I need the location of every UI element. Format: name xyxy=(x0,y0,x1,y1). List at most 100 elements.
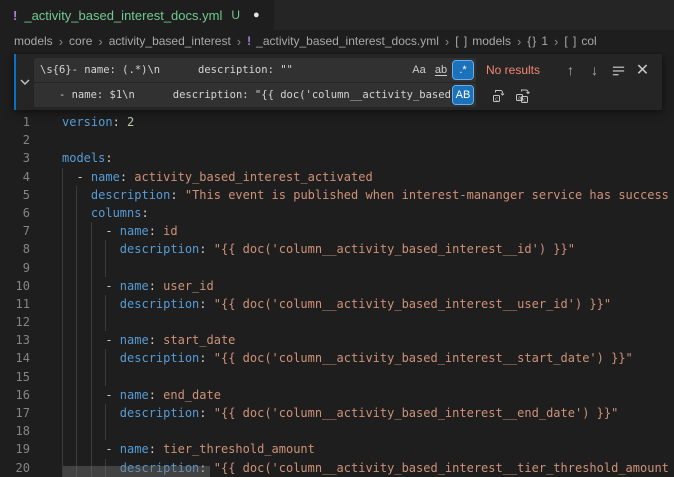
previous-match-button[interactable]: ↑ xyxy=(560,60,581,81)
indent-guide xyxy=(91,422,92,440)
code-line[interactable]: 2 xyxy=(0,131,674,149)
code-line[interactable]: 19 - name: tier_threshold_amount xyxy=(0,440,674,458)
indent-guide xyxy=(62,349,63,367)
code-line[interactable]: 17 description: "{{ doc('column__activit… xyxy=(0,404,674,422)
indent-guide xyxy=(91,295,92,313)
code-line[interactable]: 6 columns: xyxy=(0,204,674,222)
indent-guide xyxy=(76,295,77,313)
find-query-text: \s{6}- name: (.*)\n description: "" xyxy=(40,64,407,76)
code-line[interactable]: 4 - name: activity_based_interest_activa… xyxy=(0,168,674,186)
replace-input[interactable]: - name: $1\n description: "{{ doc('colum… xyxy=(34,83,476,107)
breadcrumb-item[interactable]: [ ]models xyxy=(455,34,511,48)
indent-guide xyxy=(76,313,77,331)
breadcrumb-separator-icon: › xyxy=(59,35,63,48)
breadcrumb-item[interactable]: core xyxy=(69,34,92,48)
line-number: 7 xyxy=(0,222,30,240)
line-number: 18 xyxy=(0,422,30,440)
breadcrumb-separator-icon: › xyxy=(517,35,521,48)
find-replace-widget: \s{6}- name: (.*)\n description: "" Aa a… xyxy=(14,54,662,110)
indent-guide xyxy=(62,404,63,422)
code-lines: 1version: 223models:4 - name: activity_b… xyxy=(0,52,674,477)
code-line[interactable]: 11 description: "{{ doc('column__activit… xyxy=(0,295,674,313)
indent-guide xyxy=(105,349,106,367)
svg-text:c: c xyxy=(522,97,525,103)
next-match-button[interactable]: ↓ xyxy=(584,60,605,81)
preserve-case-toggle[interactable]: AB xyxy=(453,86,473,104)
code-line[interactable]: 5 description: "This event is published … xyxy=(0,186,674,204)
indent-guide xyxy=(62,386,63,404)
line-number: 12 xyxy=(0,313,30,331)
svg-text:c: c xyxy=(494,96,497,102)
code-line[interactable]: 9 xyxy=(0,259,674,277)
indent-guide xyxy=(62,422,63,440)
find-input[interactable]: \s{6}- name: (.*)\n description: "" Aa a… xyxy=(34,58,476,82)
line-number: 11 xyxy=(0,295,30,313)
find-results-count: No results xyxy=(486,63,548,77)
indent-guide xyxy=(62,368,63,386)
replace-all-button[interactable]: a c xyxy=(512,85,533,106)
editor-pane[interactable]: \s{6}- name: (.*)\n description: "" Aa a… xyxy=(0,52,674,477)
indent-guide xyxy=(62,168,63,186)
indent-guide xyxy=(76,368,77,386)
code-line[interactable]: 13 - name: start_date xyxy=(0,331,674,349)
indent-guide xyxy=(62,204,63,222)
line-number: 5 xyxy=(0,186,30,204)
find-in-selection-button[interactable] xyxy=(608,60,629,81)
match-case-toggle[interactable]: Aa xyxy=(409,61,429,79)
code-line[interactable]: 16 - name: end_date xyxy=(0,386,674,404)
code-line[interactable]: 8 description: "{{ doc('column__activity… xyxy=(0,240,674,258)
indent-guide xyxy=(91,440,92,458)
breadcrumb-item[interactable]: [ ]col xyxy=(564,34,596,48)
indent-guide xyxy=(91,349,92,367)
indent-guide xyxy=(76,440,77,458)
indent-guide xyxy=(91,240,92,258)
breadcrumb-item[interactable]: models xyxy=(14,34,53,48)
editor-tab[interactable]: ! _activity_based_interest_docs.yml U ● xyxy=(0,0,275,30)
whole-word-toggle[interactable]: ab xyxy=(431,61,451,79)
code-line[interactable]: 12 xyxy=(0,313,674,331)
indent-guide xyxy=(91,368,92,386)
yaml-file-icon: ! xyxy=(13,8,17,23)
indent-guide xyxy=(105,422,106,440)
git-untracked-badge: U xyxy=(231,8,240,22)
indent-guide xyxy=(105,240,106,258)
line-number: 3 xyxy=(0,149,30,167)
indent-guide xyxy=(62,259,63,277)
line-number: 14 xyxy=(0,349,30,367)
code-line[interactable]: 7 - name: id xyxy=(0,222,674,240)
code-line[interactable]: 3models: xyxy=(0,149,674,167)
indent-guide xyxy=(91,313,92,331)
replace-button[interactable]: c xyxy=(488,85,509,106)
replace-all-icon: a c xyxy=(515,87,531,103)
code-line[interactable]: 18 xyxy=(0,422,674,440)
code-line[interactable]: 14 description: "{{ doc('column__activit… xyxy=(0,349,674,367)
code-line[interactable]: 15 xyxy=(0,368,674,386)
breadcrumb-item[interactable]: {}1 xyxy=(527,34,548,48)
line-number: 1 xyxy=(0,113,30,131)
tab-filename: _activity_based_interest_docs.yml xyxy=(24,8,222,23)
indent-guide xyxy=(91,331,92,349)
symbol-array-icon: [ ] xyxy=(564,34,577,48)
indent-guide xyxy=(76,331,77,349)
indent-guide xyxy=(62,186,63,204)
indent-guide xyxy=(76,404,77,422)
breadcrumb-item[interactable]: activity_based_interest xyxy=(109,34,231,48)
close-find-button[interactable]: ✕ xyxy=(632,60,653,81)
indent-guide xyxy=(76,186,77,204)
yaml-file-icon: ! xyxy=(247,34,252,48)
line-number: 9 xyxy=(0,259,30,277)
horizontal-scrollbar[interactable] xyxy=(63,466,210,477)
indent-guide xyxy=(62,331,63,349)
line-number: 10 xyxy=(0,277,30,295)
code-line[interactable]: 1version: 2 xyxy=(0,113,674,131)
svg-text:a: a xyxy=(517,95,520,101)
breadcrumb-separator-icon: › xyxy=(445,35,449,48)
regex-toggle[interactable]: .* xyxy=(453,61,473,79)
code-line[interactable]: 10 - name: user_id xyxy=(0,277,674,295)
breadcrumb-item[interactable]: !_activity_based_interest_docs.yml xyxy=(247,34,439,48)
toggle-replace-button[interactable] xyxy=(16,54,34,110)
modified-dot-icon[interactable]: ● xyxy=(253,9,260,21)
indent-guide xyxy=(76,240,77,258)
indent-guide xyxy=(105,368,106,386)
symbol-object-icon: {} xyxy=(527,34,537,48)
